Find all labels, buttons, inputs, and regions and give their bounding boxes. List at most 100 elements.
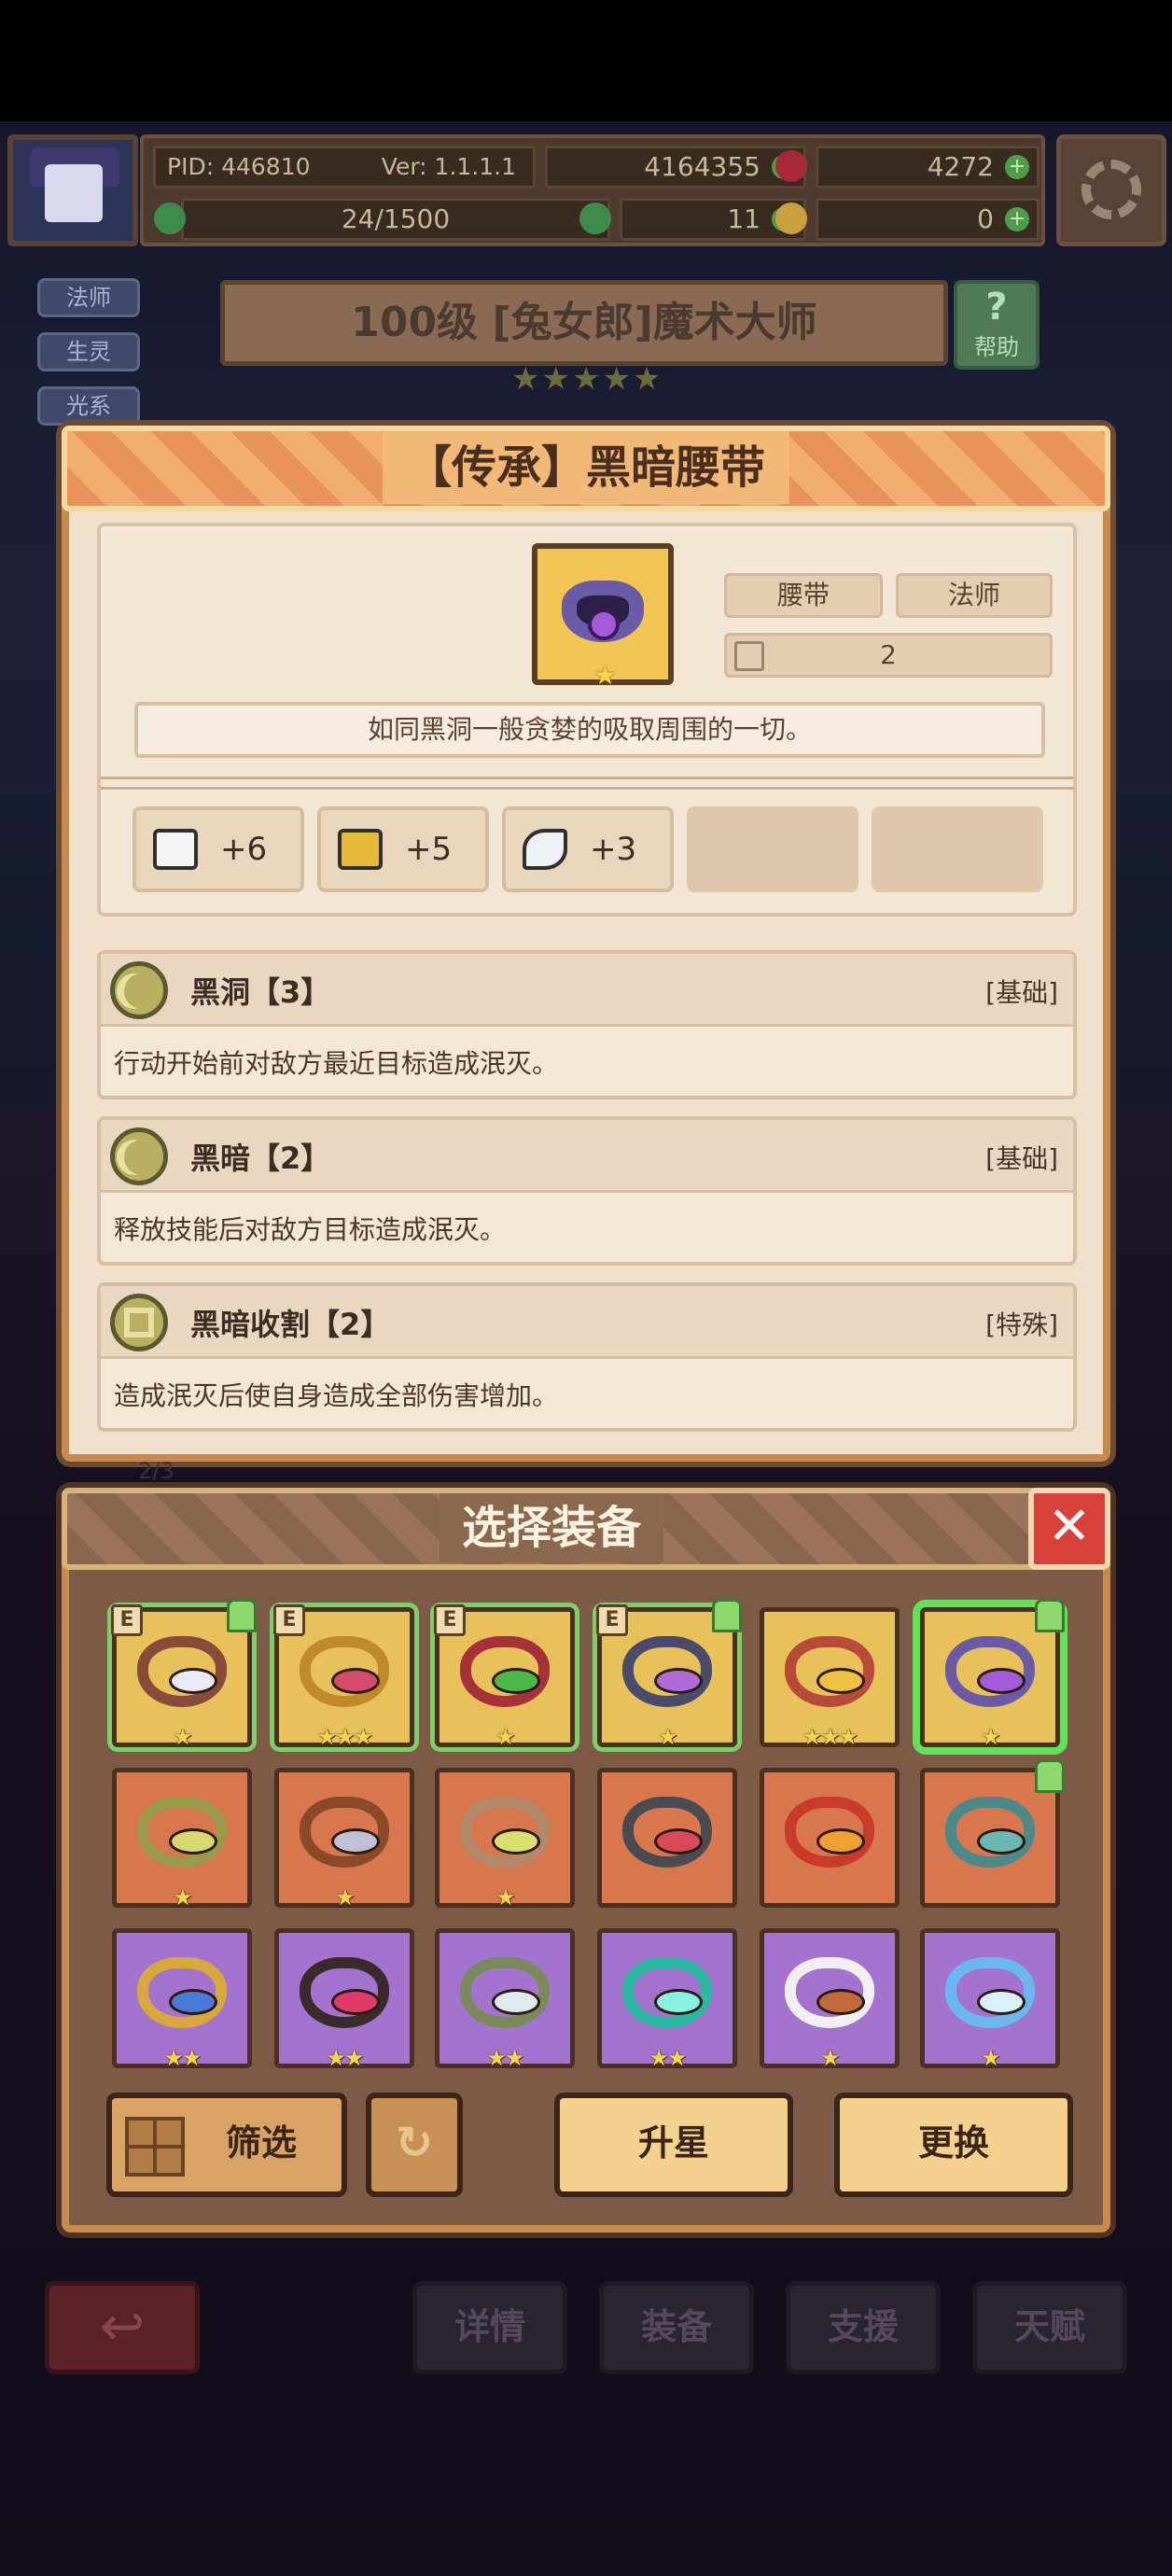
equipment-slot[interactable]: ★	[760, 1928, 900, 2071]
tab-details[interactable]: 详情	[412, 2281, 567, 2374]
gem-icon	[169, 1668, 217, 1694]
inventory-icon	[734, 641, 764, 671]
equipment-slot[interactable]: E ★	[596, 1599, 742, 1750]
skill-description: 释放技能后对敌方目标造成泯灭。	[114, 1214, 507, 1245]
question-icon: ?	[985, 286, 1008, 329]
back-arrow-icon: ↩	[99, 2294, 146, 2358]
equipment-slot[interactable]: ★★	[597, 1928, 737, 2071]
equipment-slot[interactable]	[597, 1768, 737, 1908]
filter-label: 筛选	[225, 2122, 297, 2163]
swap-button[interactable]: 更换	[834, 2093, 1073, 2197]
slot-stars: ★★	[649, 2045, 687, 2071]
gem-icon	[775, 150, 807, 182]
hero-tag-element: 光系	[37, 386, 140, 426]
player-id: PID: 446810	[167, 153, 311, 180]
gem-icon	[654, 1989, 703, 2015]
refresh-icon: ↻	[395, 2117, 434, 2169]
feather-icon	[523, 829, 567, 870]
skill-name: 黑暗收割【2】	[190, 1307, 391, 1342]
slot-stars: ★	[981, 1724, 1001, 1750]
square-ring-icon	[110, 1294, 168, 1351]
skill-type: [基础]	[985, 977, 1058, 1008]
gem-value: 4272	[927, 151, 994, 182]
star-up-button[interactable]: 升星	[554, 2093, 793, 2197]
gem-icon	[169, 1989, 217, 2015]
gem-icon	[331, 1989, 380, 2015]
equipment-slot[interactable]: E ★	[111, 1599, 257, 1750]
owned-count-value: 2	[880, 639, 897, 670]
item-description: 如同黑洞一般贪婪的吸取周围的一切。	[134, 702, 1045, 758]
equipped-badge: E	[111, 1604, 143, 1636]
energy-counter: 24/1500	[154, 198, 610, 241]
item-title: 【传承】黑暗腰带	[382, 431, 789, 504]
top-hud: PID: 446810 Ver: 1.1.1.1 4164355 + 4272 …	[0, 131, 1172, 252]
equipment-slot[interactable]: ★	[920, 1599, 1065, 1750]
help-button[interactable]: ? 帮助	[954, 280, 1039, 370]
moon-icon	[110, 1127, 168, 1185]
gold-counter: 4164355 +	[545, 146, 806, 189]
slot-stars: ★★★	[316, 1724, 374, 1750]
equipment-slot[interactable]	[760, 1768, 900, 1908]
select-equipment-header: 选择装备	[62, 1488, 1041, 1570]
slot-stars: ★	[820, 2045, 841, 2071]
equipment-slot[interactable]: E ★★★	[273, 1604, 414, 1750]
gem-icon	[977, 1668, 1026, 1694]
tab-talent[interactable]: 天赋	[972, 2281, 1127, 2374]
equipment-slot[interactable]: ★	[274, 1768, 414, 1911]
equipment-slot[interactable]: E ★	[434, 1604, 575, 1750]
equipment-slot[interactable]: ★★	[274, 1928, 414, 2071]
gem-icon	[492, 1668, 540, 1694]
close-icon: ✕	[1047, 1496, 1092, 1557]
top-letterbox	[0, 0, 1172, 121]
tab-support[interactable]: 支援	[786, 2281, 941, 2374]
gold-value: 4164355	[644, 151, 760, 182]
skill-card: 黑洞【3】 [基础] 行动开始前对敌方最近目标造成泯灭。	[97, 950, 1077, 1099]
stat-empty-slot	[687, 806, 858, 892]
slot-stars: ★	[981, 2045, 1001, 2071]
equipment-slot[interactable]: ★★	[435, 1928, 575, 2071]
stat-int: +6	[133, 806, 304, 892]
fragment-count: 2/3	[138, 1458, 174, 1484]
settings-button[interactable]	[1056, 134, 1166, 246]
gem-icon	[654, 1668, 703, 1694]
add-key-icon[interactable]: +	[1005, 207, 1029, 231]
slot-stars: ★	[658, 1724, 678, 1750]
add-gem-icon[interactable]: +	[1005, 155, 1029, 179]
filter-button[interactable]: 筛选	[106, 2093, 347, 2197]
upgrade-thumb-icon	[712, 1599, 742, 1632]
close-button[interactable]: ✕	[1028, 1488, 1110, 1570]
hero-title: 100级 [兔女郎]魔术大师	[220, 280, 948, 366]
equipped-badge: E	[434, 1604, 466, 1636]
key-value: 0	[977, 203, 994, 234]
item-detail-panel: 【传承】黑暗腰带 ★ 腰带 法师 2 如同黑洞一般贪婪的吸取周围的一切。 +6 …	[62, 426, 1110, 1462]
skill-name: 黑暗【2】	[190, 1141, 331, 1176]
equipment-slot[interactable]: ★	[435, 1768, 575, 1911]
select-equipment-title: 选择装备	[439, 1493, 663, 1562]
equipment-slot[interactable]: ★	[920, 1928, 1060, 2071]
refresh-button[interactable]: ↻	[366, 2093, 463, 2197]
skill-card: 黑暗【2】 [基础] 释放技能后对敌方目标造成泯灭。	[97, 1116, 1077, 1266]
select-equipment-panel: 选择装备 ✕ E ★ E ★★★ E ★ E ★ ★★★ ★ ★ ★ ★ ★★ ★★ ★★ ★★ ★ ★ 筛选 ↻ …	[62, 1488, 1110, 2233]
equipment-slot[interactable]	[920, 1759, 1065, 1908]
upgrade-thumb-icon	[1035, 1599, 1065, 1632]
section-divider	[101, 777, 1073, 790]
slot-stars: ★★	[486, 2045, 524, 2071]
equipment-slot[interactable]: ★★★	[760, 1607, 900, 1750]
back-button[interactable]: ↩	[45, 2281, 200, 2374]
equipment-slot[interactable]: ★	[112, 1768, 252, 1911]
key-icon	[775, 203, 807, 234]
key-counter: 0 +	[775, 198, 1039, 241]
version-label: Ver: 1.1.1.1	[381, 153, 516, 180]
hero-stars: ★★★★★	[511, 360, 663, 398]
skill-header: 黑暗收割【2】 [特殊]	[101, 1286, 1073, 1359]
gem-icon	[169, 1828, 217, 1855]
stat-value: +3	[590, 831, 637, 868]
item-class-tag: 法师	[896, 573, 1053, 618]
equipped-badge: E	[273, 1604, 305, 1636]
slot-stars: ★★	[163, 2045, 202, 2071]
player-avatar[interactable]	[7, 134, 138, 246]
equipped-badge: E	[596, 1604, 628, 1636]
tab-equipment[interactable]: 装备	[599, 2281, 754, 2374]
hero-tag-race: 生灵	[37, 332, 140, 371]
equipment-slot[interactable]: ★★	[112, 1928, 252, 2071]
